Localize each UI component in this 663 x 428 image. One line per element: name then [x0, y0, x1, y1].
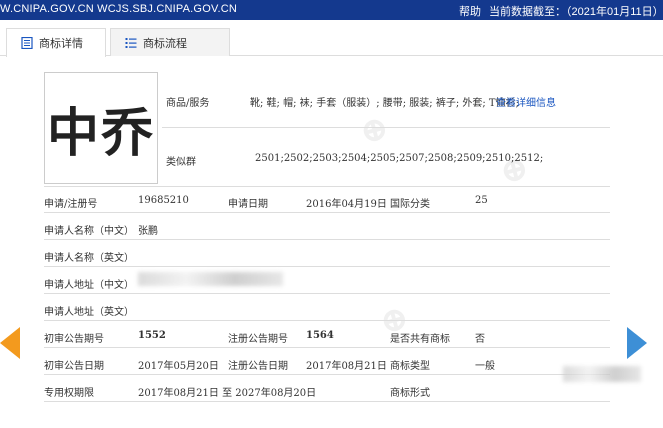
divider — [44, 186, 610, 187]
next-arrow-icon[interactable] — [627, 327, 647, 359]
view-details-link[interactable]: 查看详细信息 — [496, 94, 556, 109]
shared-label: 是否共有商标 — [390, 334, 450, 345]
type-value: 一般 — [475, 361, 495, 372]
site-url: W.CNIPA.GOV.CN WCJS.SBJ.CNIPA.GOV.CN — [0, 3, 238, 15]
reg-no-label: 申请/注册号 — [44, 199, 98, 210]
divider — [44, 401, 610, 402]
reg-pub-no-label: 注册公告期号 — [228, 334, 288, 345]
similar-group-value: 2501;2502;2503;2504;2505;2507;2508;2509;… — [255, 153, 544, 164]
trademark-image: 中乔 — [44, 72, 158, 184]
apply-date-value: 2016年04月19日 — [306, 199, 387, 210]
apply-date-label: 申请日期 — [228, 199, 268, 210]
help-link[interactable]: 帮助 — [459, 3, 481, 19]
applicant-en-label: 申请人名称（英文） — [44, 253, 134, 264]
prelim-date-value: 2017年05月20日 — [138, 361, 219, 372]
list-icon — [125, 37, 137, 48]
intl-class-label: 国际分类 — [390, 199, 430, 210]
divider — [44, 212, 610, 213]
form-label: 商标形式 — [390, 388, 430, 399]
tab-trademark-process[interactable]: 商标流程 — [110, 28, 230, 56]
previous-arrow-icon[interactable] — [0, 327, 20, 359]
divider — [44, 266, 610, 267]
reg-pub-no-value: 1564 — [306, 330, 334, 341]
prelim-no-label: 初审公告期号 — [44, 334, 104, 345]
divider — [162, 127, 610, 128]
prelim-date-label: 初审公告日期 — [44, 361, 104, 372]
type-label: 商标类型 — [390, 361, 430, 372]
goods-label: 商品/服务 — [166, 98, 210, 109]
applicant-cn-value: 张鹏 — [138, 226, 158, 237]
data-deadline: 当前数据截至：（2021年01月11日） — [489, 6, 663, 18]
intl-class-value: 25 — [475, 195, 488, 206]
goods-value: 靴; 鞋; 帽; 袜; 手套（服装）; 腰带; 服装; 裤子; 外套; T恤衫; — [250, 98, 519, 109]
divider — [44, 374, 610, 375]
trademark-logo-text: 中乔 — [46, 102, 155, 164]
reg-no-value: 19685210 — [138, 195, 189, 206]
shared-value: 否 — [475, 334, 485, 345]
top-bar: W.CNIPA.GOV.CN WCJS.SBJ.CNIPA.GOV.CN 帮助 … — [0, 0, 663, 20]
exclusive-label: 专用权期限 — [44, 388, 94, 399]
divider — [44, 347, 610, 348]
prelim-no-value: 1552 — [138, 330, 166, 341]
tab-label: 商标详情 — [39, 37, 83, 50]
tab-label: 商标流程 — [143, 36, 187, 50]
applicant-cn-label: 申请人名称（中文） — [44, 226, 134, 237]
address-en-label: 申请人地址（英文） — [44, 307, 134, 318]
tab-bar: 商标详情 商标流程 — [0, 28, 663, 57]
divider — [44, 239, 610, 240]
address-cn-label: 申请人地址（中文） — [44, 280, 134, 291]
reg-pub-date-value: 2017年08月21日 — [306, 361, 387, 372]
watermark: ⊕ — [355, 106, 394, 154]
tab-trademark-details[interactable]: 商标详情 — [6, 28, 106, 57]
exclusive-value: 2017年08月21日 至 2027年08月20日 — [138, 388, 317, 399]
redacted-watermark — [563, 366, 641, 382]
document-icon — [21, 37, 33, 49]
redacted-address — [138, 272, 283, 286]
divider — [44, 320, 610, 321]
divider — [44, 293, 610, 294]
similar-group-label: 类似群 — [166, 157, 196, 168]
reg-pub-date-label: 注册公告日期 — [228, 361, 288, 372]
